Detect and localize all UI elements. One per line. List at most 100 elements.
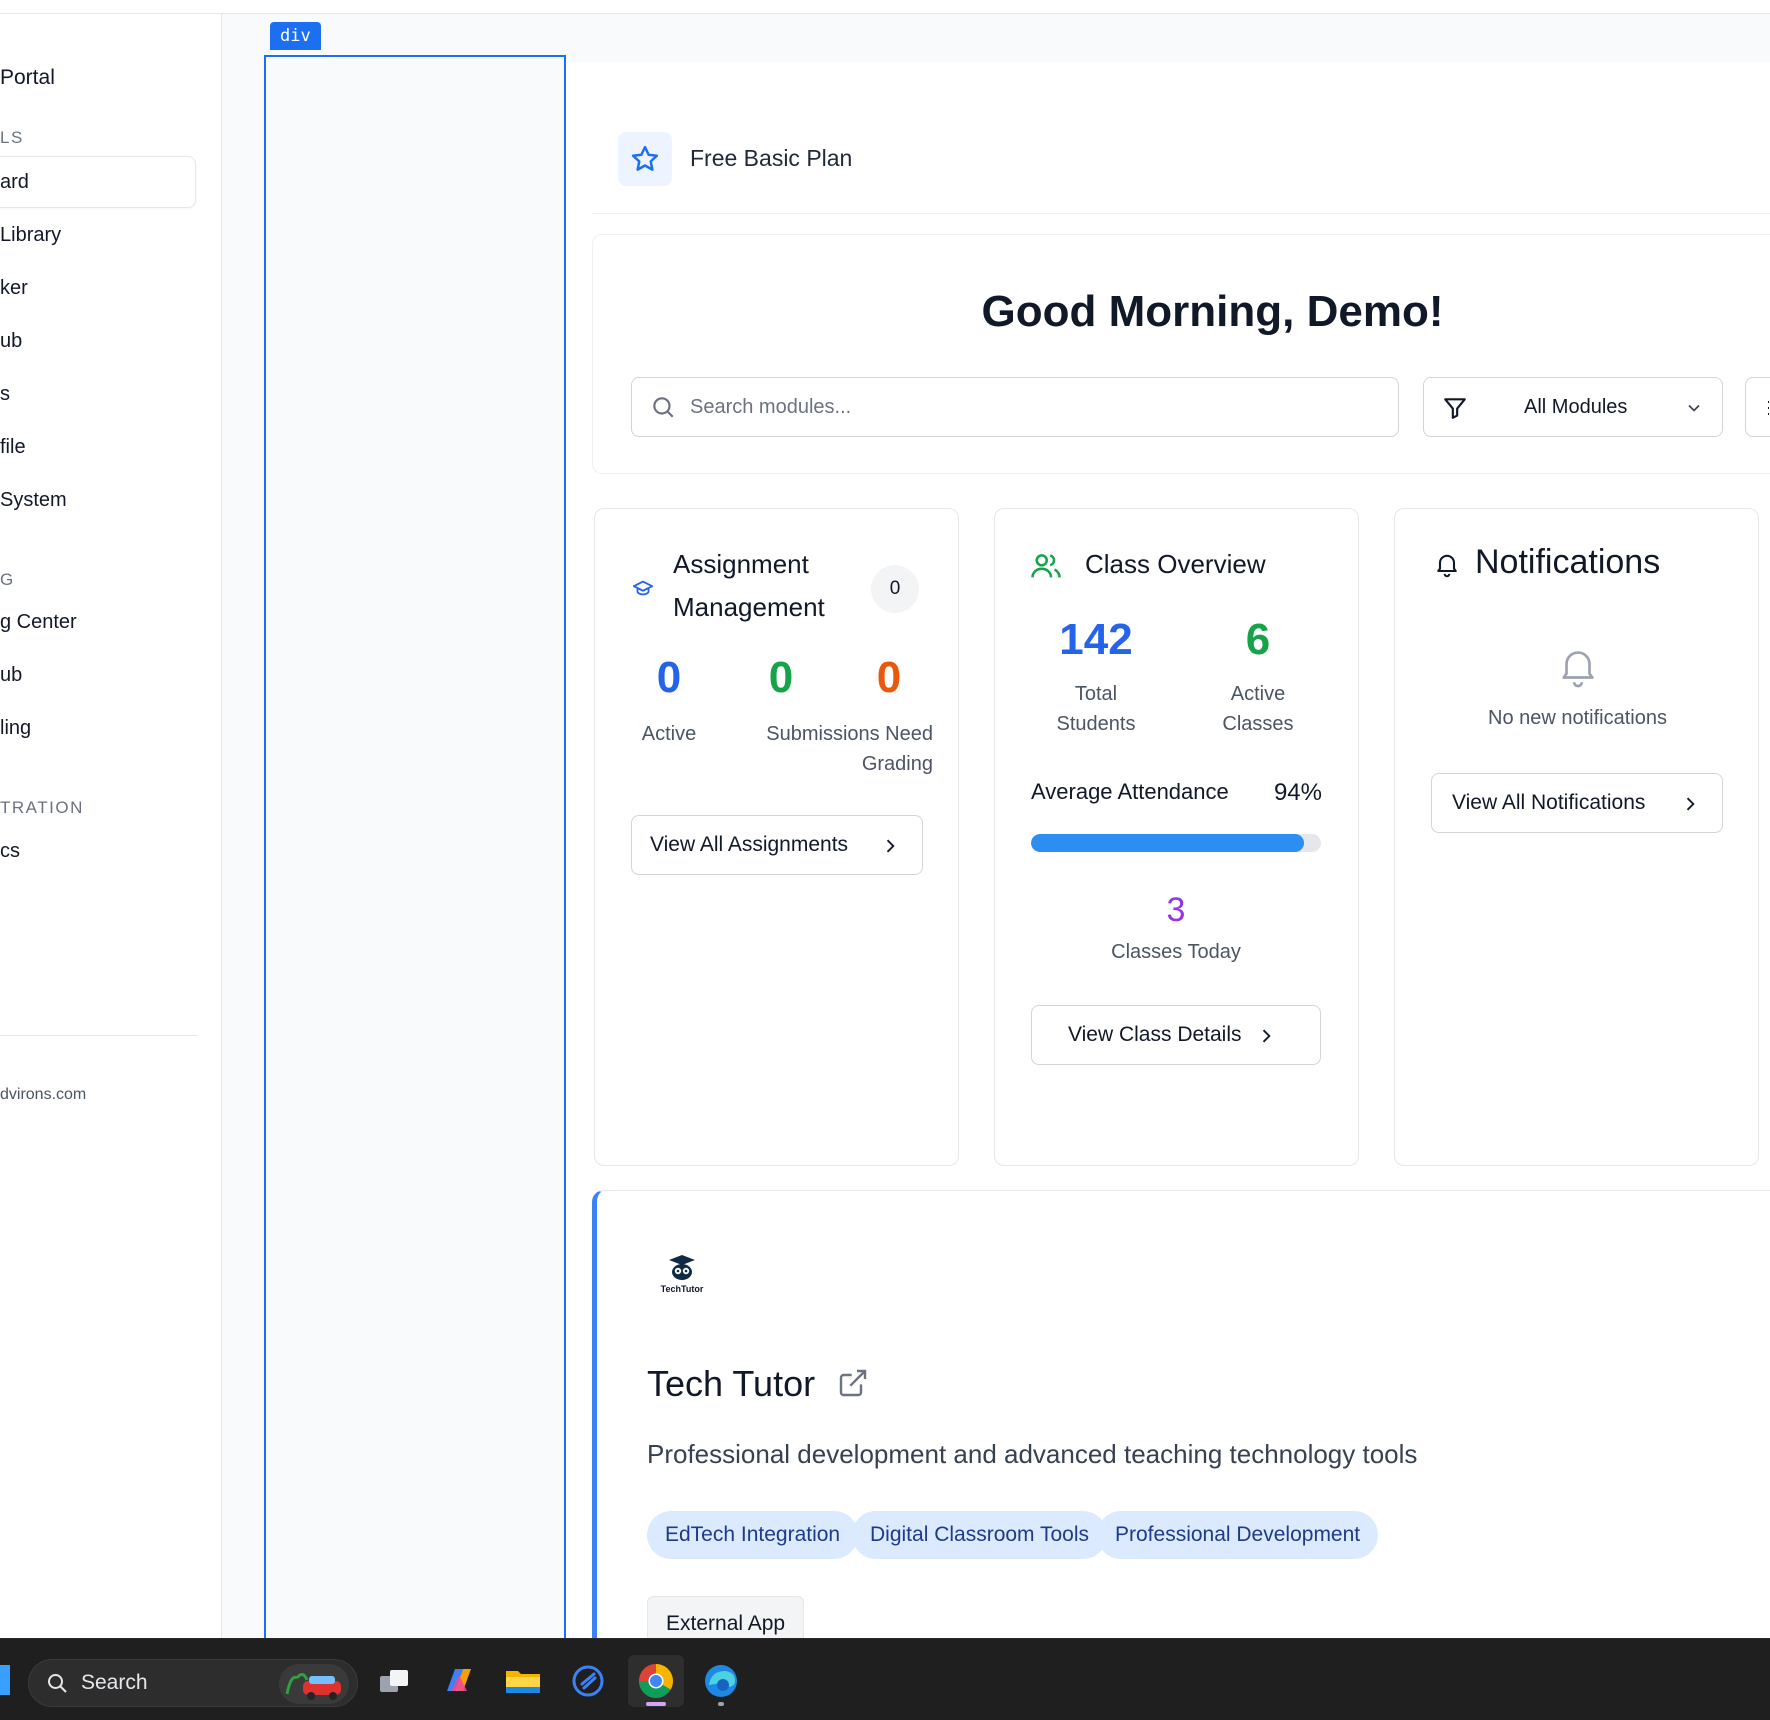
classes-today-count: 3 <box>1166 891 1186 929</box>
active-label: Active <box>641 723 697 745</box>
sidebar-item-hub[interactable]: ub <box>0 315 196 367</box>
sidebar-item-label: ker <box>0 276 28 299</box>
overdue-assignments-count: 0 <box>876 653 902 702</box>
sidebar-title: Portal <box>0 66 55 89</box>
owl-graduate-icon <box>669 1255 695 1280</box>
external-link-icon[interactable] <box>837 1367 869 1399</box>
running-app-indicator <box>718 1702 724 1706</box>
sidebar-item-dashboard[interactable]: ard <box>0 156 196 208</box>
sidebar-item-label: s <box>0 382 10 405</box>
sidebar-section-heading: LS <box>0 128 24 147</box>
sidebar-item-system[interactable]: System <box>0 474 196 526</box>
inspected-element-highlight <box>264 55 566 1638</box>
class-overview-card: Class Overview 142 Total Students 6 Acti… <box>994 508 1359 1166</box>
graduation-cap-icon <box>632 580 654 596</box>
star-icon <box>618 131 672 186</box>
logo-text: TechTutor <box>660 1284 704 1294</box>
chevron-right-icon <box>1262 1029 1271 1043</box>
inspector-tag-label: div <box>270 22 321 50</box>
chrome-icon[interactable] <box>628 1655 684 1707</box>
chevron-down-icon <box>1688 404 1700 412</box>
attendance-value: 94% <box>1273 779 1322 806</box>
sidebar-section-heading: G <box>0 570 15 589</box>
app-title: Tech Tutor <box>647 1363 816 1404</box>
active-classes-count: 6 <box>1245 615 1271 664</box>
sidebar-item-label: ard <box>0 170 29 193</box>
plan-label: Free Basic Plan <box>690 145 853 171</box>
sidebar-divider <box>0 1035 198 1036</box>
bell-icon <box>1437 554 1457 578</box>
search-icon <box>48 1674 67 1693</box>
sidebar-item-library[interactable]: Library <box>0 209 196 261</box>
app-tag: EdTech Integration <box>647 1511 859 1559</box>
sidebar-item-ker[interactable]: ker <box>0 262 196 314</box>
card-title-line: Assignment <box>673 549 809 579</box>
module-search[interactable] <box>631 377 1399 437</box>
sidebar-item-s[interactable]: s <box>0 368 196 420</box>
user-email: dvirons.com <box>0 1086 87 1103</box>
start-button[interactable] <box>0 1665 10 1695</box>
edge-icon[interactable] <box>693 1655 749 1707</box>
sidebar-item-analytics[interactable]: cs <box>0 825 196 877</box>
sidebar-item-label: cs <box>0 839 20 862</box>
greeting-heading: Good Morning, Demo! <box>981 287 1444 336</box>
label-line: Active <box>1230 683 1286 705</box>
copilot-icon[interactable] <box>431 1655 487 1707</box>
sidebar-item-profile[interactable]: file <box>0 421 196 473</box>
filter-selected-value: All Modules <box>1524 395 1628 418</box>
active-classes-label: Active Classes <box>1193 679 1323 739</box>
search-input[interactable] <box>690 395 1370 419</box>
sidebar-item-label: System <box>0 488 67 511</box>
attendance-progress-bar <box>1031 834 1321 852</box>
sidebar-item-center[interactable]: g Center <box>0 596 196 648</box>
button-label: View Class Details <box>1068 1023 1242 1046</box>
active-assignments-count: 0 <box>656 653 682 702</box>
card-title-line: Management <box>673 592 825 622</box>
plan-banner: Free Basic Plan <box>592 104 1770 214</box>
notifications-card: Notifications No new notifications View … <box>1394 508 1759 1166</box>
label-line: Students <box>1056 713 1136 735</box>
total-students-count: 142 <box>1059 615 1133 664</box>
bell-empty-icon <box>1562 651 1594 688</box>
app-type-badge: External App <box>647 1596 805 1638</box>
assignment-management-card: Assignment Management 0 0 Active 0 Submi… <box>594 508 959 1166</box>
tech-tutor-app-card[interactable]: TechTutor Tech Tutor Professional develo… <box>592 1190 1770 1638</box>
sidebar-item-label: g Center <box>0 610 77 633</box>
quick-assist-icon[interactable] <box>560 1655 616 1707</box>
greeting-card: Good Morning, Demo! All Modules <box>592 234 1770 474</box>
taskbar-search-label: Search <box>81 1671 148 1694</box>
total-students-label: Total Students <box>1031 679 1161 739</box>
list-icon <box>1768 401 1769 415</box>
app-tag: Digital Classroom Tools <box>852 1511 1108 1559</box>
sidebar-item-label: ub <box>0 329 23 352</box>
search-icon <box>653 397 674 418</box>
view-toggle-button[interactable] <box>1745 377 1770 437</box>
submissions-need-grading-count: 0 <box>768 653 794 702</box>
sidebar-item-label: ub <box>0 663 23 686</box>
sidebar: Portal LS ard Library ker ub s file Syst… <box>0 14 222 1638</box>
taskbar-search[interactable]: Search <box>28 1659 358 1707</box>
chevron-right-icon <box>886 839 895 853</box>
card-title: Class Overview <box>1085 549 1266 579</box>
file-explorer-icon[interactable] <box>495 1655 551 1707</box>
card-title: Assignment Management <box>673 543 863 629</box>
module-filter-select[interactable]: All Modules <box>1423 377 1723 437</box>
attendance-label: Average Attendance <box>1031 779 1229 804</box>
active-app-indicator <box>646 1702 666 1706</box>
sidebar-item-ling[interactable]: ling <box>0 702 196 754</box>
task-view-icon[interactable] <box>367 1655 423 1707</box>
card-title: Notifications <box>1475 543 1661 581</box>
view-class-details-button[interactable]: View Class Details <box>1031 1005 1321 1065</box>
view-all-notifications-button[interactable]: View All Notifications <box>1431 773 1723 833</box>
app-tag: Professional Development <box>1097 1511 1379 1559</box>
tech-tutor-logo: TechTutor <box>647 1239 717 1309</box>
view-all-assignments-button[interactable]: View All Assignments <box>631 815 923 875</box>
button-label: View All Notifications <box>1452 791 1646 814</box>
main-content: div Free Basic Plan Good Morning, Demo! … <box>222 14 1770 1638</box>
button-label: View All Assignments <box>650 833 849 856</box>
empty-notifications-text: No new notifications <box>1488 707 1667 729</box>
label-line: Total <box>1074 683 1118 705</box>
sidebar-item-hub-2[interactable]: ub <box>0 649 196 701</box>
sidebar-item-label: Library <box>0 223 62 246</box>
windows-taskbar: Search <box>0 1638 1770 1720</box>
